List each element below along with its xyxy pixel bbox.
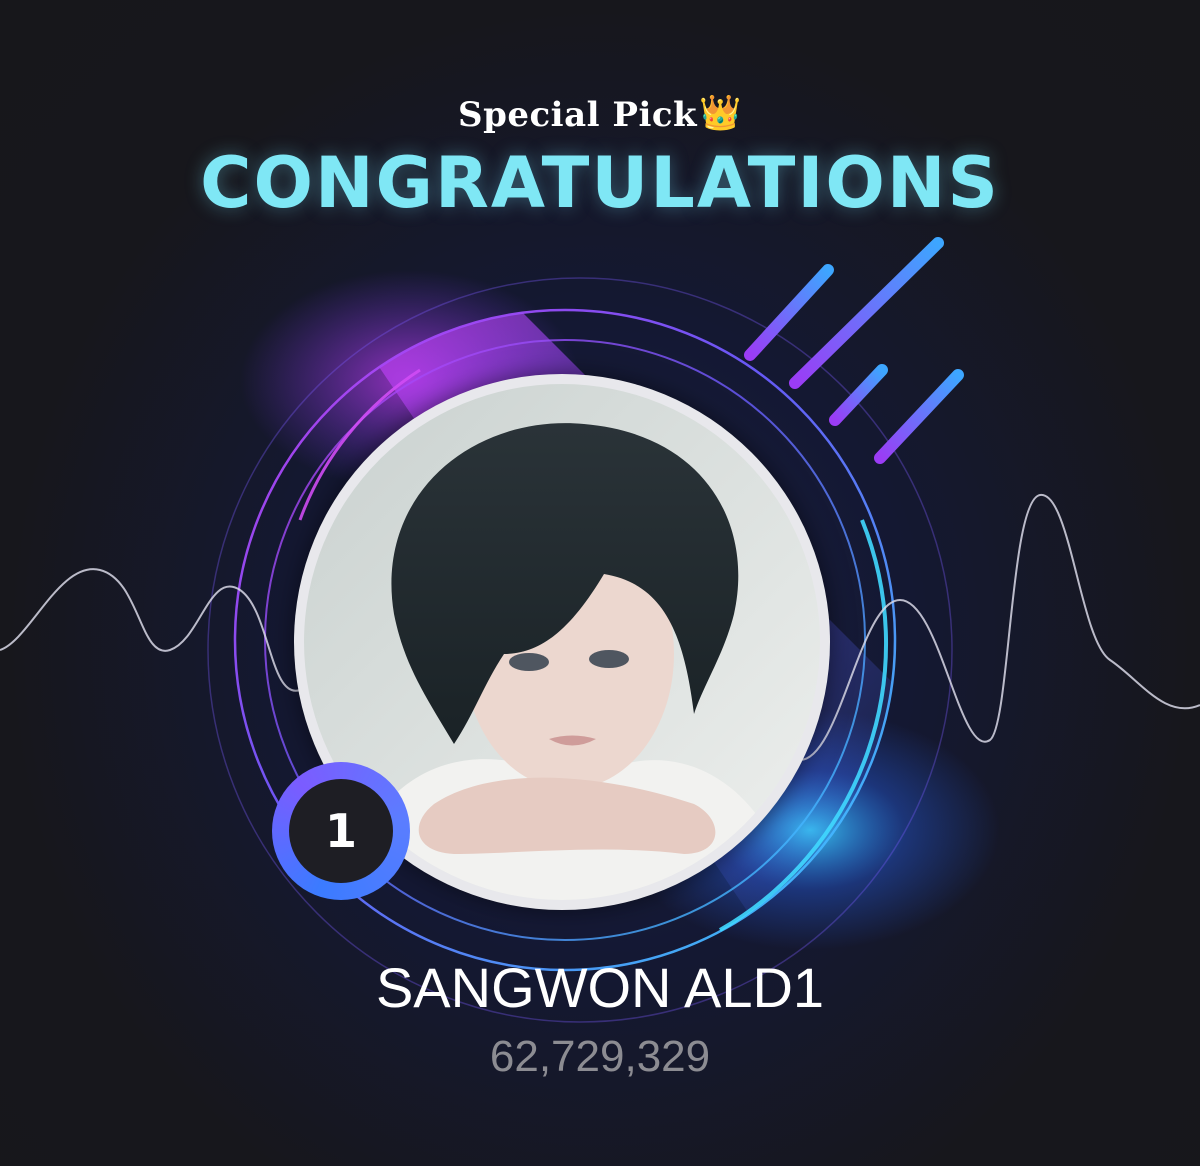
diagonal-bars xyxy=(744,237,964,464)
rank-number: 1 xyxy=(289,779,393,883)
rank-badge: 1 xyxy=(272,762,410,900)
vote-count: 62,729,329 xyxy=(489,1032,711,1081)
crown-icon: 👑 xyxy=(699,93,742,133)
winner-name: SANGWON ALD1 xyxy=(375,956,825,1019)
special-pick-label: Special Pick xyxy=(458,95,698,135)
special-pick-heading: Special Pick👑 xyxy=(0,93,1200,135)
congratulations-title: CONGRATULATIONS xyxy=(200,142,1000,224)
pick-result-screen: Special Pick👑 CONGRATULATIONS 1 SANGWON … xyxy=(0,0,1200,1166)
